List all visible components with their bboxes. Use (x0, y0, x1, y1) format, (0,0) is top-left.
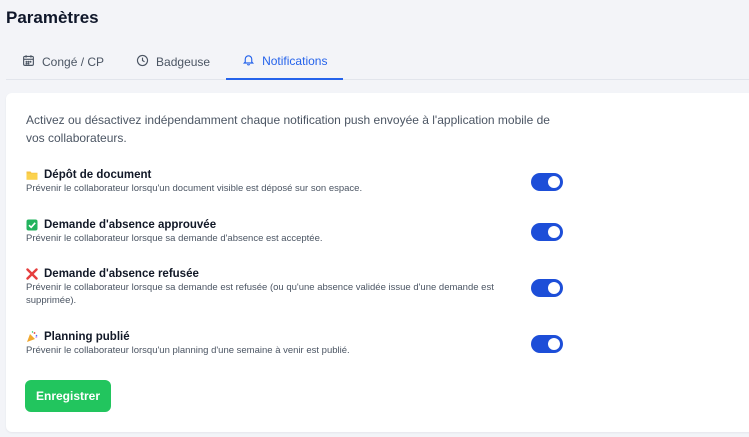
notification-document-upload: Dépôt de document Prévenir le collaborat… (26, 168, 546, 196)
toggle-document-upload[interactable] (531, 173, 563, 191)
notification-description: Prévenir le collaborateur lorsque sa dem… (26, 233, 323, 244)
settings-tabs: Congé / CP Badgeuse Notifications (6, 44, 749, 80)
tab-conge-cp[interactable]: Congé / CP (6, 44, 120, 80)
notification-description: Prévenir le collaborateur lorsqu'un plan… (26, 345, 350, 356)
tab-label: Congé / CP (42, 55, 105, 69)
tab-label: Badgeuse (156, 55, 211, 69)
folder-icon (26, 169, 38, 181)
notification-description: Prévenir le collaborateur lorsque sa dem… (26, 282, 494, 306)
notifications-card: Activez ou désactivez indépendamment cha… (6, 93, 749, 432)
notification-title: Dépôt de document (44, 169, 152, 181)
intro-text: Activez ou désactivez indépendamment cha… (26, 113, 550, 145)
save-button[interactable]: Enregistrer (25, 380, 111, 412)
notification-planning-published: Planning publié Prévenir le collaborateu… (26, 330, 546, 358)
clock-icon (136, 54, 149, 70)
toggle-planning-published[interactable] (531, 335, 563, 353)
party-popper-icon (26, 331, 38, 343)
check-box-icon (26, 219, 38, 231)
notification-absence-approved: Demande d'absence approuvée Prévenir le … (26, 218, 546, 246)
tab-notifications[interactable]: Notifications (226, 44, 344, 80)
toggle-absence-approved[interactable] (531, 223, 563, 241)
notification-title: Planning publié (44, 331, 130, 343)
page-title: Paramètres (6, 8, 99, 27)
toggle-absence-refused[interactable] (531, 279, 563, 297)
notification-title: Demande d'absence refusée (44, 268, 199, 280)
notification-description: Prévenir le collaborateur lorsqu'un docu… (26, 183, 363, 194)
tab-badgeuse[interactable]: Badgeuse (120, 44, 226, 80)
bell-icon (242, 53, 255, 69)
tab-label: Notifications (262, 54, 328, 68)
notification-title: Demande d'absence approuvée (44, 219, 217, 231)
notification-absence-refused: Demande d'absence refusée Prévenir le co… (26, 267, 546, 307)
calendar-icon (22, 54, 35, 70)
cross-mark-icon (26, 268, 38, 280)
